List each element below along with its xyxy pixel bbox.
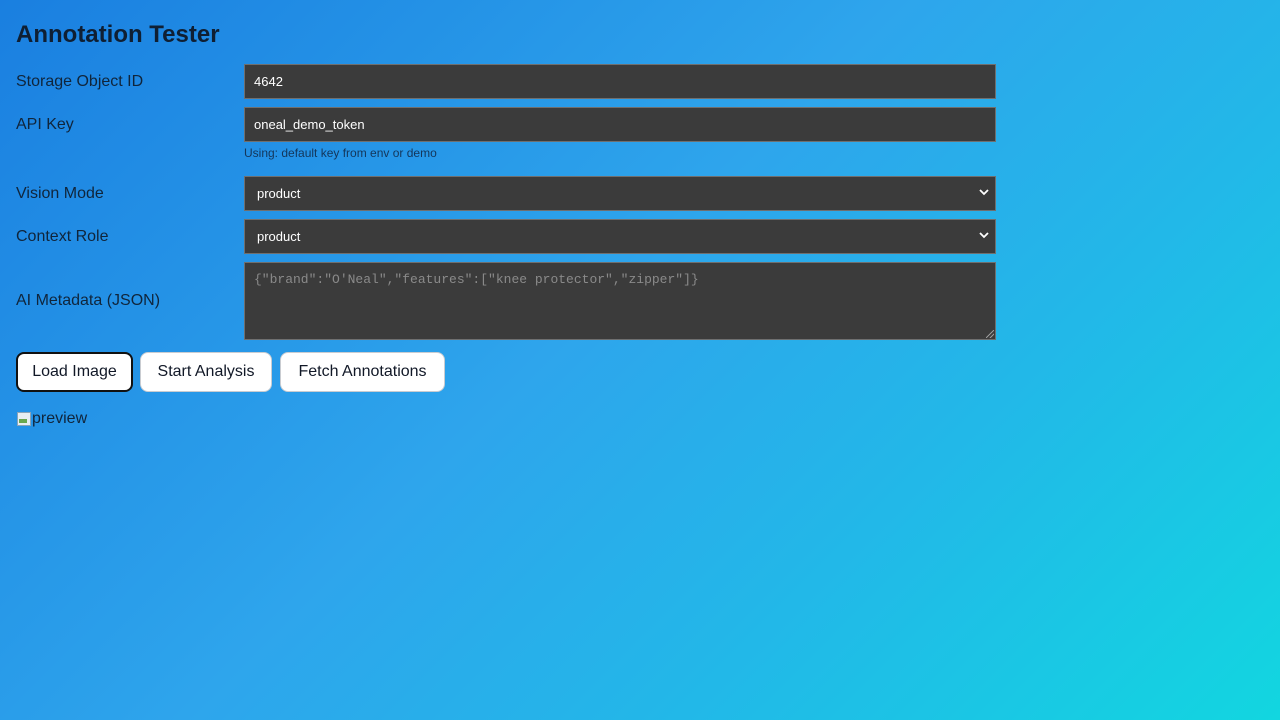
context-role-label: Context Role <box>16 228 109 245</box>
vision-mode-label: Vision Mode <box>16 185 104 202</box>
preview-alt-text: preview <box>32 410 88 427</box>
load-image-button[interactable]: Load Image <box>16 352 133 392</box>
chevron-down-icon <box>979 188 989 199</box>
vision-mode-select[interactable]: product <box>244 176 996 211</box>
fetch-annotations-button[interactable]: Fetch Annotations <box>280 352 445 392</box>
start-analysis-button[interactable]: Start Analysis <box>140 352 272 392</box>
broken-image-icon <box>16 411 32 427</box>
chevron-down-icon <box>979 231 989 242</box>
preview-image: preview <box>16 410 87 428</box>
api-key-hint: Using: default key from env or demo <box>244 146 437 160</box>
storage-object-id-label: Storage Object ID <box>16 73 144 90</box>
ai-metadata-label: AI Metadata (JSON) <box>16 292 161 309</box>
api-key-label: API Key <box>16 116 74 133</box>
ai-metadata-textarea[interactable] <box>244 262 996 340</box>
storage-object-id-input[interactable] <box>244 64 996 99</box>
context-role-selected-value: product <box>257 229 301 244</box>
context-role-select[interactable]: product <box>244 219 996 254</box>
api-key-input[interactable] <box>244 107 996 142</box>
page-title: Annotation Tester <box>16 21 220 48</box>
vision-mode-selected-value: product <box>257 186 301 201</box>
